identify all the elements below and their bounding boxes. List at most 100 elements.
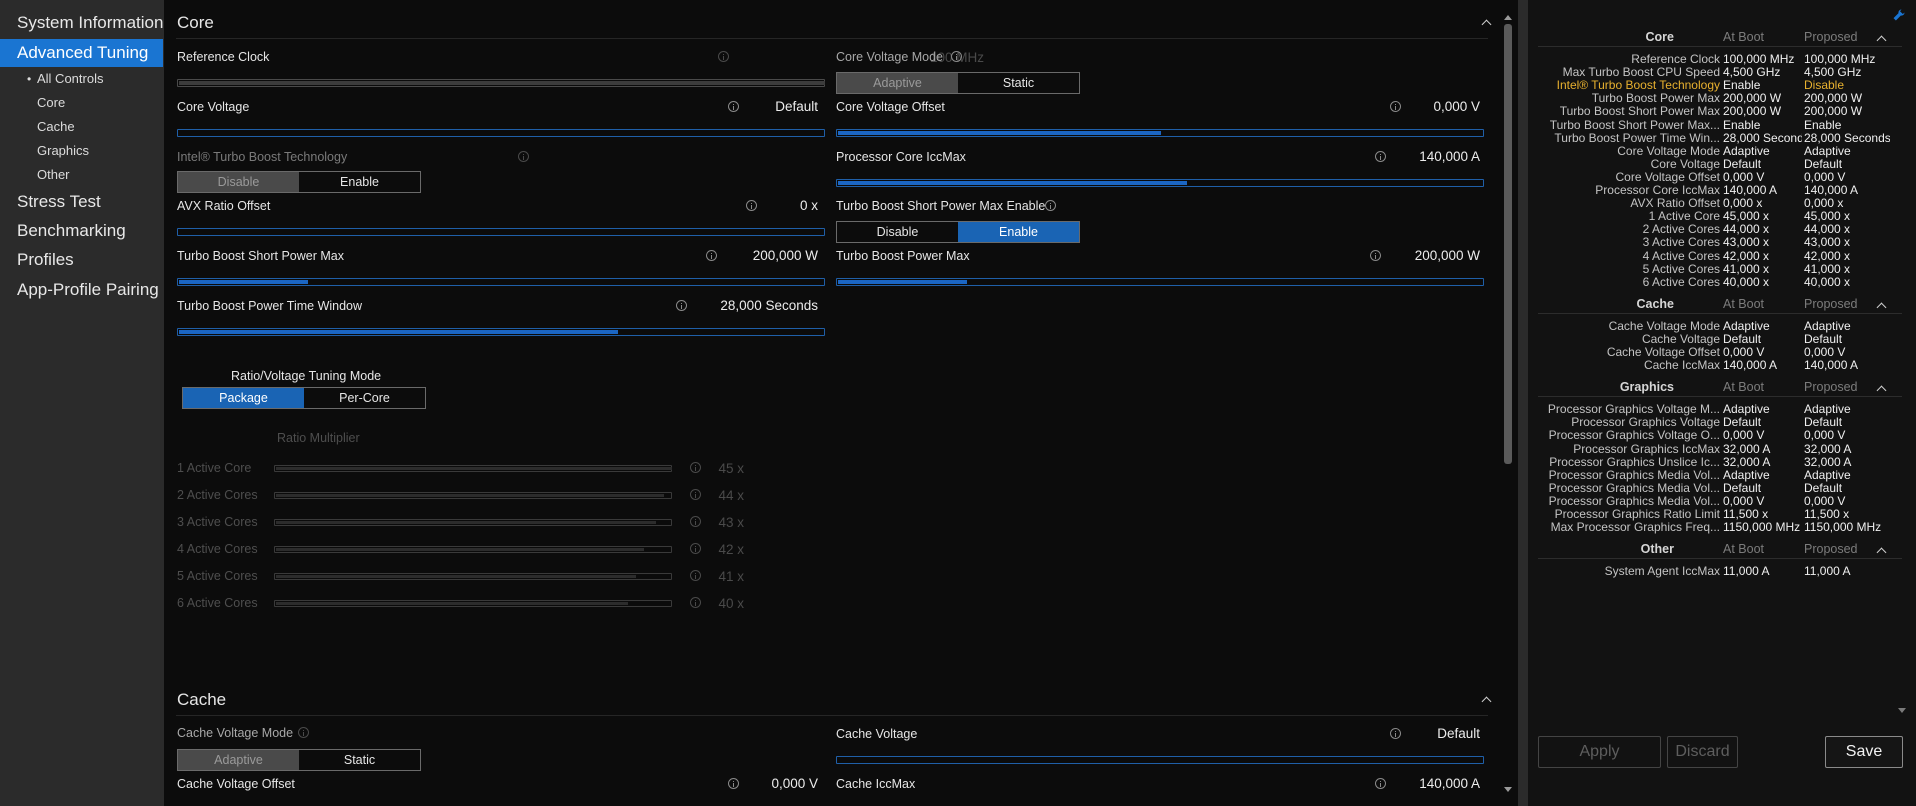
summary-row-proposed: 140,000 A [1804,358,1859,373]
summary-row-at-boot: Enable [1723,78,1761,93]
ratio-row-slider [274,519,672,526]
cache-voltage-label: Cache Voltage [836,727,918,741]
summary-row-proposed: 100,000 MHz [1804,52,1876,66]
summary-row-name: Core Voltage Mode [1617,143,1720,158]
nav-profiles[interactable]: Profiles [0,246,163,274]
summary-row-proposed: 28,000 Seconds [1804,130,1890,145]
nav-system-information[interactable]: System Information [0,9,163,37]
turbo-power-time-window-value: 28,000 Seconds [720,298,818,313]
nav-sub-all-controls[interactable]: • All Controls [27,69,103,89]
core-voltage-mode-info-icon[interactable] [951,51,962,62]
summary-row-proposed: 0,000 V [1804,169,1846,184]
nav-sub-core[interactable]: Core [37,93,65,113]
section-divider [176,715,1488,716]
panel-gap [1518,0,1528,806]
processor-core-iccmax-label: Processor Core IccMax [836,150,966,164]
summary-row-name: Core Voltage [1650,156,1720,171]
summary-collapse-icon[interactable] [1876,545,1886,555]
summary-row-proposed: 41,000 x [1804,261,1851,276]
summary-row-at-boot: 0,000 x [1723,196,1763,211]
turbo-power-time-window-slider[interactable] [177,328,825,336]
core-voltage-mode-adaptive[interactable]: Adaptive [837,73,958,93]
nav-app-profile-pairing[interactable]: App-Profile Pairing [0,276,163,304]
summary-row-at-boot: Adaptive [1723,143,1770,158]
collapse-cache-icon[interactable] [1481,694,1491,704]
summary-row-at-boot: Default [1723,415,1762,430]
cache-voltage-mode-static[interactable]: Static [299,750,420,770]
section-title-core: Core [177,13,214,32]
nav-stress-test[interactable]: Stress Test [0,188,163,216]
summary-collapse-icon[interactable] [1876,383,1886,393]
ratio-row-slider [274,546,672,553]
summary-row-at-boot: 45,000 x [1723,209,1770,224]
turbo-power-time-window-label: Turbo Boost Power Time Window [177,299,363,313]
summary-row-name: Max Processor Graphics Freq... [1550,520,1720,535]
summary-section-title: Other [1640,542,1674,557]
cache-voltage-slider[interactable] [836,756,1484,764]
core-voltage-offset-value: 0,000 V [1433,99,1480,114]
scroll-down-icon[interactable] [1504,787,1512,792]
discard-button[interactable]: Discard [1667,736,1738,768]
summary-row-at-boot: Adaptive [1723,318,1770,333]
summary-row-proposed: Adaptive [1804,402,1851,417]
summary-section-title: Core [1645,30,1674,44]
summary-row-at-boot: 41,000 x [1723,261,1770,276]
nav-sub-graphics[interactable]: Graphics [37,141,89,161]
wrench-icon[interactable] [1892,8,1906,22]
reference-clock-info-icon[interactable] [718,51,729,62]
scrollbar-thumb[interactable] [1504,24,1512,464]
summary-row-proposed: 0,000 V [1804,345,1846,359]
summary-row-at-boot: 4,500 GHz [1723,65,1781,80]
core-voltage-label: Core Voltage [177,100,250,114]
turbo-short-power-max-slider[interactable] [177,278,825,286]
summary-row-name: Core Voltage Offset [1615,169,1720,184]
ratio-row-value: 41 x [718,569,744,584]
core-voltage-offset-slider[interactable] [836,129,1484,137]
summary-scroll-down-icon[interactable] [1898,708,1906,713]
core-voltage-slider[interactable] [177,129,825,137]
turbo-boost-tech-info-icon[interactable] [518,151,529,162]
processor-core-iccmax-slider[interactable] [836,179,1484,187]
core-voltage-offset-label: Core Voltage Offset [836,100,945,114]
tuning-mode-package[interactable]: Package [183,388,304,408]
turbo-power-max-slider[interactable] [836,278,1484,286]
collapse-core-icon[interactable] [1481,17,1491,27]
cache-voltage-mode-info-icon[interactable] [298,727,309,738]
turbo-boost-tech-disable[interactable]: Disable [178,172,299,192]
tuning-mode-per-core[interactable]: Per-Core [304,388,425,408]
turbo-short-power-max-enable-enable[interactable]: Enable [958,222,1079,242]
summary-row-at-boot: 200,000 W [1723,91,1782,106]
summary-collapse-icon[interactable] [1876,300,1886,310]
turbo-short-power-max-enable-info-icon[interactable] [1045,200,1056,211]
turbo-short-power-max-enable-disable[interactable]: Disable [837,222,958,242]
section-title-cache: Cache [177,690,227,709]
sidebar: System Information Advanced Tuning • All … [0,0,164,806]
summary-row-at-boot: Default [1723,480,1762,495]
summary-row-name: Cache Voltage [1641,331,1720,346]
cache-voltage-mode-label: Cache Voltage Mode [177,726,294,740]
ratio-row-info-icon [690,462,701,473]
summary-row-name: Turbo Boost Power Max [1591,91,1720,106]
apply-button[interactable]: Apply [1538,736,1661,768]
summary-row-at-boot: 200,000 W [1723,104,1782,119]
summary-row-proposed: 11,000 A [1804,564,1851,579]
nav-sub-other[interactable]: Other [37,165,70,185]
nav-advanced-tuning[interactable]: Advanced Tuning [0,39,163,67]
avx-ratio-offset-slider[interactable] [177,228,825,236]
core-voltage-mode-static[interactable]: Static [958,73,1079,93]
cache-iccmax-label: Cache IccMax [836,777,916,791]
tuning-panel: Core Reference Clock 100 MHz Core Voltag… [164,0,1518,806]
save-button[interactable]: Save [1825,736,1903,768]
summary-row-proposed: 200,000 W [1804,91,1863,106]
summary-col-proposed: Proposed [1804,30,1858,44]
turbo-boost-tech-toggle: Disable Enable [177,171,421,193]
scroll-up-icon[interactable] [1504,15,1512,20]
summary-row-proposed: Disable [1804,78,1845,93]
summary-collapse-icon[interactable] [1876,33,1886,43]
nav-benchmarking[interactable]: Benchmarking [0,217,163,245]
cache-voltage-mode-adaptive[interactable]: Adaptive [178,750,299,770]
nav-sub-cache[interactable]: Cache [37,117,75,137]
summary-panel: Core At Boot Proposed Reference Clock 100,00… [1528,0,1916,806]
turbo-boost-tech-enable[interactable]: Enable [299,172,420,192]
summary-row-at-boot: Adaptive [1723,402,1770,417]
